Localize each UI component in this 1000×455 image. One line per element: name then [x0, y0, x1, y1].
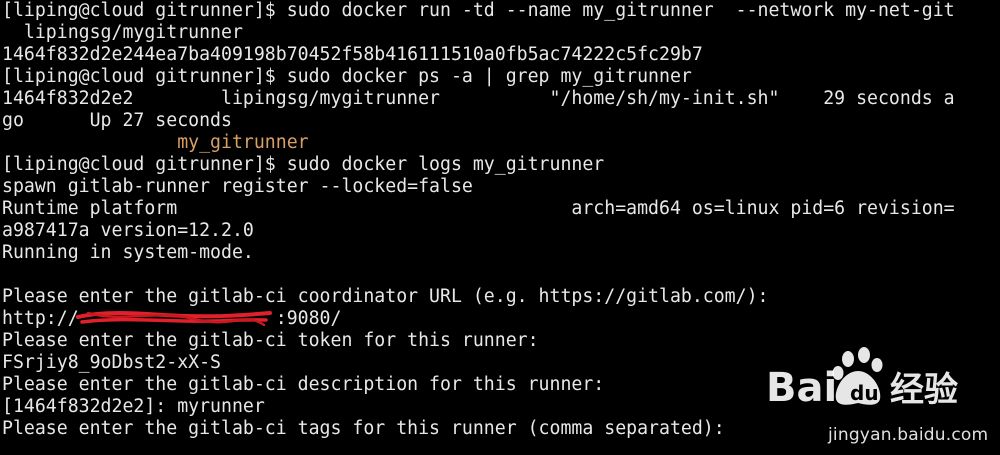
terminal-line: Running in system-mode.	[2, 242, 254, 263]
terminal-line: FSrjiy8_9oDbst2-xX-S	[2, 352, 221, 373]
terminal-window[interactable]: [liping@cloud gitrunner]$ sudo docker ru…	[0, 0, 1000, 455]
terminal-line: [liping@cloud gitrunner]$ sudo docker ps…	[2, 66, 692, 87]
terminal-line: [liping@cloud gitrunner]$ sudo docker ru…	[2, 0, 955, 21]
terminal-line: Please enter the gitlab-ci description f…	[2, 374, 605, 395]
terminal-line: Please enter the gitlab-ci coordinator U…	[2, 286, 769, 307]
terminal-line: [1464f832d2e2]: myrunner	[2, 396, 265, 417]
svg-text:du: du	[850, 381, 879, 405]
watermark-url: jingyan.baidu.com	[828, 425, 989, 445]
terminal-line: Runtime platform arch=amd64 os=linux pid…	[2, 198, 955, 219]
terminal-line: 1464f832d2e2 lipingsg/mygitrunner "/home…	[2, 88, 955, 109]
redacted-url-line: http:// :9080/	[2, 308, 342, 329]
terminal-line: spawn gitlab-runner register --locked=fa…	[2, 176, 473, 197]
terminal-line: go Up 27 seconds	[2, 110, 232, 131]
terminal-line: a987417a version=12.2.0	[2, 220, 254, 241]
terminal-line: Please enter the gitlab-ci token for thi…	[2, 330, 539, 351]
baidu-logo-icon: Bai du 经验	[766, 347, 958, 411]
container-name-line: my_gitrunner	[2, 132, 309, 153]
baidu-jingyan-watermark: Bai du 经验 jingyan.baidu.com	[762, 345, 998, 455]
terminal-line: [liping@cloud gitrunner]$ sudo docker lo…	[2, 154, 605, 175]
terminal-line: lipingsg/mygitrunner	[2, 22, 243, 43]
terminal-line: Please enter the gitlab-ci tags for this…	[2, 418, 725, 439]
svg-text:Bai: Bai	[766, 365, 837, 411]
terminal-line: 1464f832d2e244ea7ba409198b70452f58b41611…	[2, 44, 703, 65]
svg-text:经验: 经验	[890, 370, 958, 410]
